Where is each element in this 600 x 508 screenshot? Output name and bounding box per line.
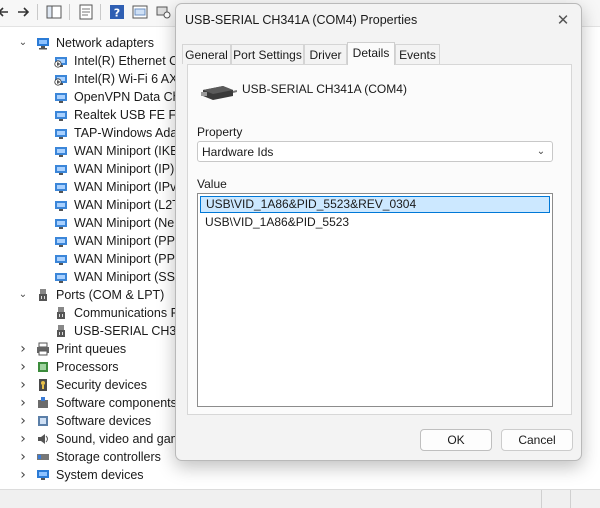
scan-hardware-icon[interactable] <box>154 3 172 21</box>
tree-item-label: OpenVPN Data Cha <box>74 90 187 104</box>
tab-general[interactable]: General <box>182 44 231 64</box>
forward-icon[interactable] <box>14 3 32 21</box>
tree-item-label: WAN Miniport (L2T <box>74 198 180 212</box>
status-bar-divider <box>541 490 542 508</box>
network-card-icon <box>55 165 67 175</box>
tree-item[interactable]: › System devices <box>0 466 600 484</box>
network-card-icon <box>55 183 67 193</box>
tree-item-label: System devices <box>56 468 144 482</box>
network-card-icon <box>55 93 67 103</box>
tab-driver[interactable]: Driver <box>304 44 347 64</box>
device-name: USB-SERIAL CH341A (COM4) <box>242 82 407 96</box>
tree-item-label: Security devices <box>56 378 148 392</box>
tree-item-label: Ports (COM & LPT) <box>56 288 165 302</box>
properties-dialog: USB-SERIAL CH341A (COM4) Properties ✕ Ge… <box>175 3 582 461</box>
processor-icon <box>38 362 48 372</box>
chevron-right-icon[interactable]: › <box>17 466 29 484</box>
security-device-icon <box>39 379 47 391</box>
dialog-title: USB-SERIAL CH341A (COM4) Properties <box>185 13 418 27</box>
value-list-item[interactable]: USB\VID_1A86&PID_5523 <box>200 214 550 231</box>
properties-icon[interactable] <box>77 3 95 21</box>
tree-item-label: WAN Miniport (PP <box>74 252 175 266</box>
port-icon <box>57 325 65 337</box>
tree-item-label: Sound, video and gam <box>56 432 182 446</box>
view-icon[interactable] <box>131 3 149 21</box>
status-bar-divider <box>570 490 571 508</box>
port-icon <box>57 307 65 319</box>
toolbar-separator <box>69 4 70 20</box>
port-icon <box>39 289 47 301</box>
back-icon[interactable] <box>0 3 14 21</box>
storage-controller-icon <box>37 454 49 460</box>
network-card-icon <box>55 273 67 283</box>
printer-icon <box>37 342 49 356</box>
chevron-right-icon[interactable]: › <box>17 358 29 376</box>
network-card-icon <box>55 111 67 121</box>
software-device-icon <box>38 416 48 426</box>
network-card-icon <box>55 255 67 265</box>
speaker-icon <box>38 434 48 444</box>
tree-item-label: Software devices <box>56 414 152 428</box>
tree-item-label: Communications P <box>74 306 179 320</box>
show-hide-console-tree-icon[interactable] <box>45 3 63 21</box>
tree-item-label: WAN Miniport (PP <box>74 234 175 248</box>
software-component-icon <box>38 397 48 408</box>
tree-item-label: WAN Miniport (Ne <box>74 216 175 230</box>
status-bar <box>0 489 600 508</box>
tree-item-label: Software components <box>56 396 177 410</box>
network-card-icon <box>55 129 67 139</box>
chevron-right-icon[interactable]: › <box>17 448 29 466</box>
property-select-value: Hardware Ids <box>202 145 274 159</box>
network-icon <box>37 38 49 50</box>
tree-item-label: TAP-Windows Adap <box>74 126 185 140</box>
network-card-icon <box>55 219 67 229</box>
property-select[interactable]: Hardware Ids ⌄ <box>197 141 553 162</box>
tree-item-label: Network adapters <box>56 36 154 50</box>
chevron-right-icon[interactable]: › <box>17 430 29 448</box>
chevron-down-icon[interactable]: ⌄ <box>17 34 29 52</box>
tab-details[interactable]: Details <box>347 42 395 65</box>
tab-port-settings[interactable]: Port Settings <box>231 44 304 64</box>
chevron-right-icon[interactable]: › <box>17 376 29 394</box>
property-label: Property <box>197 125 243 139</box>
tree-item-label: USB-SERIAL CH341 <box>74 324 191 338</box>
value-listbox[interactable]: USB\VID_1A86&PID_5523&REV_0304 USB\VID_1… <box>197 193 553 407</box>
details-panel: USB-SERIAL CH341A (COM4) Property Hardwa… <box>187 64 572 415</box>
network-card-icon <box>54 75 67 86</box>
tree-item-label: Intel(R) Wi-Fi 6 AX2 <box>74 72 185 86</box>
chevron-down-icon[interactable]: ⌄ <box>17 286 29 304</box>
tree-item-label: Processors <box>56 360 119 374</box>
svg-text:?: ? <box>114 7 120 20</box>
value-list-item[interactable]: USB\VID_1A86&PID_5523&REV_0304 <box>200 196 550 213</box>
tree-item-label: Intel(R) Ethernet Co <box>74 54 186 68</box>
chevron-right-icon[interactable]: › <box>17 340 29 358</box>
chevron-right-icon[interactable]: › <box>17 412 29 430</box>
chevron-right-icon[interactable]: › <box>17 394 29 412</box>
cancel-button[interactable]: Cancel <box>501 429 573 451</box>
ok-button[interactable]: OK <box>420 429 492 451</box>
chevron-down-icon: ⌄ <box>536 146 546 157</box>
tree-item-label: WAN Miniport (SST <box>74 270 183 284</box>
toolbar-separator <box>37 4 38 20</box>
value-label: Value <box>197 177 227 191</box>
network-card-icon <box>55 237 67 247</box>
usb-serial-device-icon <box>201 86 237 100</box>
network-card-icon <box>55 147 67 157</box>
tree-item-label: WAN Miniport (IKE <box>74 144 179 158</box>
tree-item-label: WAN Miniport (IP) <box>74 162 175 176</box>
tree-item-label: Print queues <box>56 342 127 356</box>
tree-item-label: Storage controllers <box>56 450 161 464</box>
close-icon[interactable]: ✕ <box>553 10 573 30</box>
network-card-icon <box>55 201 67 211</box>
network-card-icon <box>54 57 67 68</box>
tab-events[interactable]: Events <box>395 44 440 64</box>
help-icon[interactable]: ? <box>108 3 126 21</box>
system-device-icon <box>37 470 49 480</box>
toolbar-separator <box>100 4 101 20</box>
tree-item-label: WAN Miniport (IPv <box>74 180 177 194</box>
